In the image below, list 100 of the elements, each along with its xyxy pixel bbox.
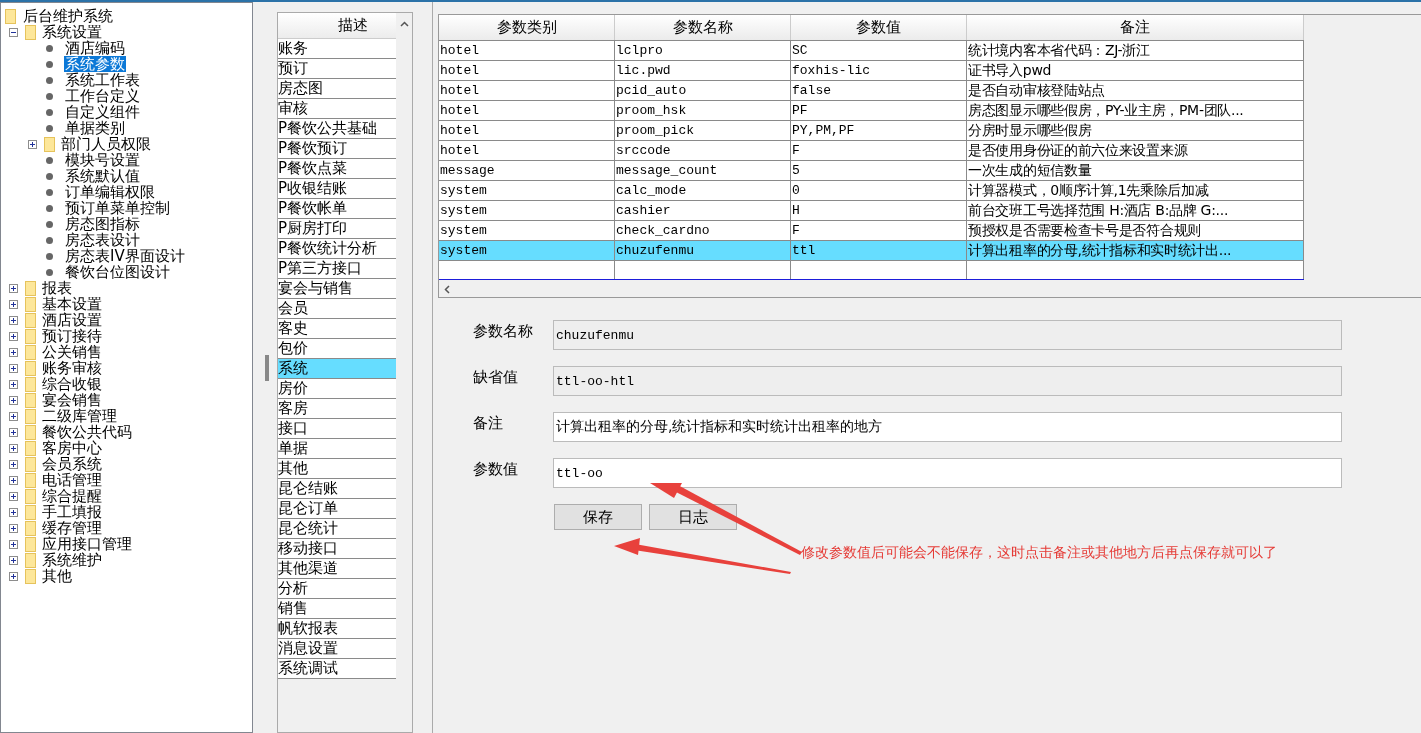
list-item[interactable]: 客房 (278, 399, 397, 419)
table-row[interactable]: hotel proom_pick PY,PM,PF 分房时显示哪些假房 (439, 120, 1304, 140)
tree-item[interactable]: 基本设置 (41, 296, 103, 312)
tree-item[interactable]: 系统工作表 (64, 72, 141, 88)
expand-icon[interactable] (9, 363, 18, 373)
tree-item[interactable]: 预订单菜单控制 (64, 200, 171, 216)
table-row[interactable]: hotel lic.pwd foxhis-lic 证书导入pwd (439, 60, 1304, 80)
list-item[interactable]: 昆仑订单 (278, 499, 397, 519)
tree-item[interactable]: 系统参数 (64, 56, 126, 72)
list-item[interactable]: P餐饮点菜 (278, 159, 397, 179)
list-item[interactable]: 包价 (278, 339, 397, 359)
form-button[interactable]: 保存 (554, 504, 642, 530)
expand-icon[interactable] (9, 411, 18, 421)
tree-item[interactable]: 单据类别 (64, 120, 126, 136)
input-field[interactable]: ttl-oo (553, 458, 1342, 488)
table-row[interactable]: hotel proom_hsk PF 房态图显示哪些假房，PY-业主房，PM-团队... (439, 100, 1304, 120)
expand-icon[interactable] (9, 331, 18, 341)
collapse-icon[interactable] (9, 27, 18, 37)
tree-item[interactable]: 手工填报 (41, 504, 103, 520)
list-item[interactable]: 帆软报表 (278, 619, 397, 639)
expand-icon[interactable] (9, 571, 18, 581)
list-item[interactable]: 账务 (278, 39, 397, 59)
column-header[interactable]: 参数名称 (615, 15, 791, 40)
expand-icon[interactable] (9, 315, 18, 325)
table-row[interactable]: message message_count 5 一次生成的短信数量 (439, 160, 1304, 180)
tree-item[interactable]: 系统默认值 (64, 168, 141, 184)
list-item[interactable]: P餐饮帐单 (278, 199, 397, 219)
table-row[interactable]: hotel pcid_auto false 是否自动审核登陆站点 (439, 80, 1304, 100)
expand-icon[interactable] (9, 395, 18, 405)
list-item[interactable]: 移动接口 (278, 539, 397, 559)
list-item[interactable]: 单据 (278, 439, 397, 459)
expand-icon[interactable] (9, 379, 18, 389)
tree-item[interactable]: 账务审核 (41, 360, 103, 376)
tree-item[interactable]: 酒店设置 (41, 312, 103, 328)
tree-item[interactable]: 餐饮公共代码 (41, 424, 133, 440)
tree-item[interactable]: 会员系统 (41, 456, 103, 472)
list-item[interactable]: P餐饮统计分析 (278, 239, 397, 259)
tree-item[interactable]: 工作台定义 (64, 88, 141, 104)
tree-item[interactable]: 综合收银 (41, 376, 103, 392)
tree-item[interactable]: 综合提醒 (41, 488, 103, 504)
scroll-left-icon[interactable] (444, 285, 450, 294)
list-item[interactable]: 房态图 (278, 79, 397, 99)
list-item[interactable]: 客史 (278, 319, 397, 339)
list-item[interactable]: 房价 (278, 379, 397, 399)
expand-icon[interactable] (9, 443, 18, 453)
table-row[interactable]: system cashier H 前台交班工号选择范围 H:酒店 B:品牌 G:... (439, 200, 1304, 220)
column-header[interactable]: 参数类别 (439, 15, 615, 40)
expand-icon[interactable] (28, 139, 37, 149)
table-row[interactable]: system chuzufenmu ttl 计算出租率的分母,统计指标和实时统计出... (439, 240, 1304, 260)
list-item[interactable]: 分析 (278, 579, 397, 599)
expand-icon[interactable] (9, 523, 18, 533)
tree-item[interactable]: 预订接待 (41, 328, 103, 344)
tree-item[interactable]: 房态图指标 (64, 216, 141, 232)
expand-icon[interactable] (9, 539, 18, 549)
expand-icon[interactable] (9, 555, 18, 565)
list-item[interactable]: P餐饮公共基础 (278, 119, 397, 139)
list-item[interactable]: 消息设置 (278, 639, 397, 659)
list-item[interactable]: 昆仑统计 (278, 519, 397, 539)
tree-item[interactable]: 房态表IV界面设计 (64, 248, 186, 264)
form-button[interactable]: 日志 (649, 504, 737, 530)
list-item[interactable]: P第三方接口 (278, 259, 397, 279)
table-row[interactable]: system calc_mode 0 计算器模式，0顺序计算,1先乘除后加减 (439, 180, 1304, 200)
tree-item[interactable]: 自定义组件 (64, 104, 141, 120)
list-item[interactable]: 会员 (278, 299, 397, 319)
expand-icon[interactable] (9, 299, 18, 309)
expand-icon[interactable] (9, 283, 18, 293)
tree-item[interactable]: 报表 (41, 280, 73, 296)
list-item[interactable]: 系统调试 (278, 659, 397, 679)
expand-icon[interactable] (9, 507, 18, 517)
list-item[interactable]: 昆仑结账 (278, 479, 397, 499)
expand-icon[interactable] (9, 427, 18, 437)
tree-item[interactable]: 客房中心 (41, 440, 103, 456)
expand-icon[interactable] (9, 491, 18, 501)
table-row[interactable]: hotel lclpro SC 统计境内客本省代码：ZJ-浙江 (439, 40, 1304, 60)
input-field[interactable]: 计算出租率的分母,统计指标和实时统计出租率的地方 (553, 412, 1342, 442)
list-item[interactable]: 审核 (278, 99, 397, 119)
list-item[interactable]: 接口 (278, 419, 397, 439)
list-item[interactable]: 系统 (278, 359, 397, 379)
tree-item[interactable]: 公关销售 (41, 344, 103, 360)
tree-item[interactable]: 部门人员权限 (60, 136, 152, 152)
list-item[interactable]: 宴会与销售 (278, 279, 397, 299)
column-header[interactable]: 备注 (967, 15, 1304, 40)
list-item[interactable]: 其他 (278, 459, 397, 479)
tree-item[interactable]: 房态表设计 (64, 232, 141, 248)
list-item[interactable]: P厨房打印 (278, 219, 397, 239)
tree-item[interactable]: 其他 (41, 568, 73, 584)
scroll-up-icon[interactable] (399, 21, 409, 27)
tree-item[interactable]: 系统设置 (41, 24, 103, 40)
tree-item[interactable]: 应用接口管理 (41, 536, 133, 552)
column-header[interactable]: 参数值 (791, 15, 967, 40)
expand-icon[interactable] (9, 347, 18, 357)
tree-item[interactable]: 缓存管理 (41, 520, 103, 536)
tree-item[interactable]: 系统维护 (41, 552, 103, 568)
tree-item[interactable]: 酒店编码 (64, 40, 126, 56)
list-item[interactable]: 销售 (278, 599, 397, 619)
list-item[interactable]: P收银结账 (278, 179, 397, 199)
tree-item[interactable]: 餐饮台位图设计 (64, 264, 171, 280)
tree-item[interactable]: 宴会销售 (41, 392, 103, 408)
expand-icon[interactable] (9, 459, 18, 469)
list-item[interactable]: 其他渠道 (278, 559, 397, 579)
